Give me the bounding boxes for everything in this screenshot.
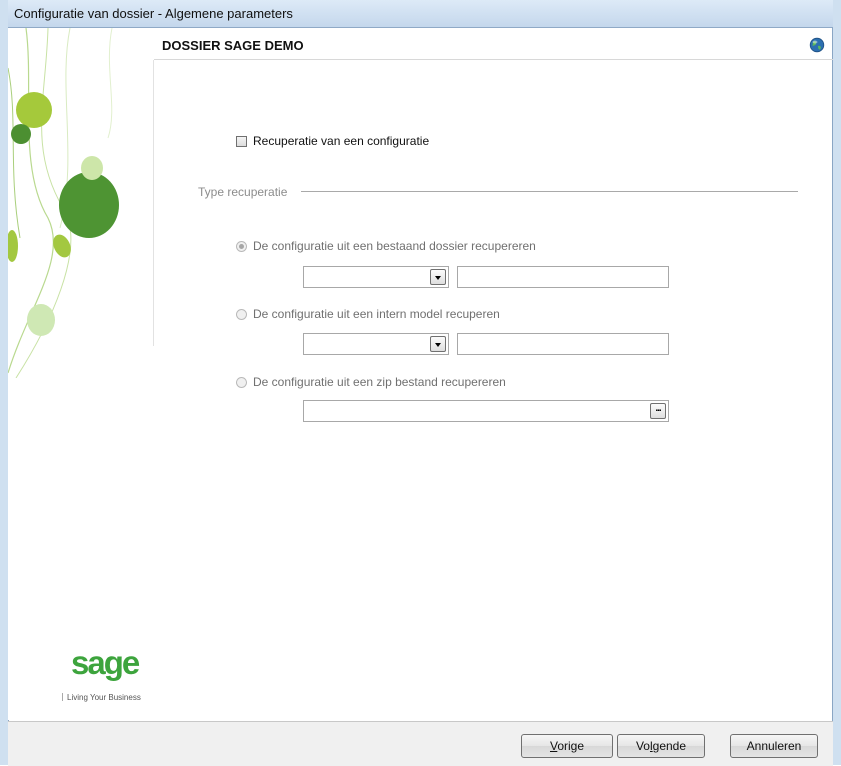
ellipsis-icon[interactable]: ... bbox=[650, 403, 666, 419]
decorative-side-panel bbox=[6, 27, 154, 720]
leaf-decoration-image bbox=[6, 27, 119, 379]
chevron-down-icon[interactable] bbox=[430, 269, 446, 285]
recovery-checkbox-label[interactable]: Recuperatie van een configuratie bbox=[253, 134, 429, 148]
recovery-checkbox[interactable] bbox=[236, 135, 247, 147]
radio-zip-file-label[interactable]: De configuratie uit een zip bestand recu… bbox=[253, 375, 506, 389]
next-button-label: gende bbox=[652, 739, 687, 753]
recovery-type-group-line bbox=[301, 191, 798, 192]
back-button[interactable]: Vorige bbox=[521, 734, 613, 758]
header-separator bbox=[154, 59, 833, 60]
sage-logo: sage bbox=[71, 644, 140, 681]
radio-existing-dossier-label[interactable]: De configuratie uit een bestaand dossier… bbox=[253, 239, 536, 253]
recovery-checkbox-row[interactable]: Recuperatie van een configuratie bbox=[236, 133, 429, 149]
internal-model-field[interactable] bbox=[457, 333, 669, 355]
radio-internal-model-button[interactable] bbox=[236, 308, 247, 320]
window-title: Configuratie van dossier - Algemene para… bbox=[14, 6, 293, 21]
radio-existing-dossier-button[interactable] bbox=[236, 240, 247, 252]
sage-tagline: Living Your Business bbox=[62, 693, 141, 702]
radio-internal-model-label[interactable]: De configuratie uit een intern model rec… bbox=[253, 307, 500, 321]
radio-internal-model[interactable]: De configuratie uit een intern model rec… bbox=[236, 306, 500, 322]
radio-existing-dossier[interactable]: De configuratie uit een bestaand dossier… bbox=[236, 238, 536, 254]
recovery-type-group-label: Type recuperatie bbox=[198, 185, 288, 199]
chevron-down-icon[interactable] bbox=[430, 336, 446, 352]
dossier-title: DOSSIER SAGE DEMO bbox=[162, 38, 304, 53]
next-button-prefix: Vo bbox=[635, 739, 650, 753]
button-bar bbox=[8, 721, 833, 766]
next-button[interactable]: Volgende bbox=[617, 734, 705, 758]
back-button-label: orige bbox=[557, 739, 585, 753]
sage-tagline-text: Living Your Business bbox=[67, 693, 141, 702]
radio-zip-file-button[interactable] bbox=[236, 376, 247, 388]
zip-file-path-input[interactable]: ... bbox=[303, 400, 669, 422]
cancel-button[interactable]: Annuleren bbox=[730, 734, 818, 758]
radio-zip-file[interactable]: De configuratie uit een zip bestand recu… bbox=[236, 374, 506, 390]
existing-dossier-combo[interactable] bbox=[303, 266, 449, 288]
side-panel-divider bbox=[153, 60, 154, 346]
window-border-right bbox=[832, 0, 841, 765]
globe-icon[interactable] bbox=[809, 37, 825, 53]
internal-model-combo[interactable] bbox=[303, 333, 449, 355]
title-bar[interactable]: Configuratie van dossier - Algemene para… bbox=[8, 0, 833, 28]
existing-dossier-field[interactable] bbox=[457, 266, 669, 288]
